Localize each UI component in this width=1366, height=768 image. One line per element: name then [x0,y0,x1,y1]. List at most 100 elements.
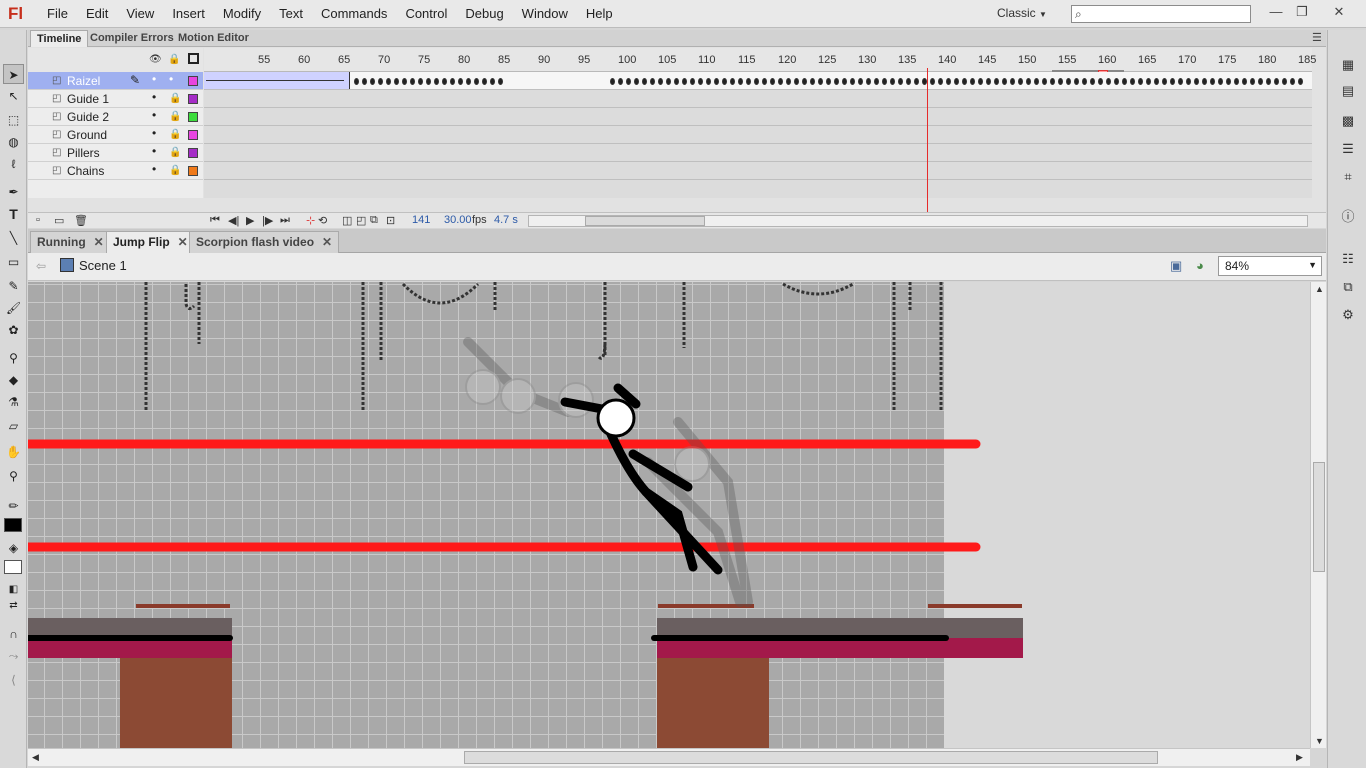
keyframe[interactable] [842,78,847,85]
lasso-icon[interactable]: ℓ [3,154,24,174]
components-icon[interactable]: ☷ [1338,250,1358,268]
menu-view[interactable]: View [117,0,163,28]
keyframe[interactable] [850,78,855,85]
frame-row-guide-1[interactable] [204,90,1312,108]
keyframe[interactable] [970,78,975,85]
tab-timeline[interactable]: Timeline [30,30,89,47]
doc-tab-scorpion-flash-video[interactable]: Scorpion flash video ✕ [189,231,340,253]
keyframe[interactable] [498,78,503,85]
scrollbar-thumb[interactable] [464,751,1158,764]
keyframe[interactable] [1266,78,1271,85]
visibility-dot[interactable]: • [152,162,156,176]
keyframe[interactable] [1210,78,1215,85]
transform-icon[interactable]: ⌗ [1338,168,1358,186]
scroll-up-icon[interactable]: ▲ [1315,284,1324,294]
keyframe[interactable] [914,78,919,85]
lock-icon[interactable]: 🔒 [169,129,181,140]
keyframe[interactable] [642,78,647,85]
keyframe[interactable] [418,78,423,85]
modify-markers-icon[interactable]: ⊡ [386,214,395,227]
keyframe[interactable] [1170,78,1175,85]
keyframe[interactable] [1162,78,1167,85]
keyframe[interactable] [1098,78,1103,85]
eraser-icon[interactable]: ▱ [3,416,24,436]
selection-icon[interactable]: ➤ [3,64,24,84]
deco-icon[interactable]: ✿ [3,320,24,340]
library-icon[interactable]: ▤ [1338,82,1358,100]
info-icon[interactable]: ⓘ [1338,208,1358,226]
keyframe[interactable] [1282,78,1287,85]
last-frame-icon[interactable]: ⏭ [280,214,290,227]
keyframe[interactable] [1074,78,1079,85]
layer-row-pillers[interactable]: ◰ Pillers • 🔒 [28,144,203,162]
edit-scene-icon[interactable]: ▣ [1170,258,1182,274]
stage[interactable] [28,282,1310,748]
keyframe[interactable] [1194,78,1199,85]
snap-magnet-icon[interactable]: ∩ [3,624,24,644]
close-button[interactable]: ✕ [1325,2,1353,22]
trash-icon[interactable]: 🗑 [74,214,88,227]
keyframe[interactable] [1146,78,1151,85]
keyframe[interactable] [1002,78,1007,85]
keyframe[interactable] [754,78,759,85]
stroke-color-icon[interactable]: ✏ [3,496,24,516]
keyframe[interactable] [674,78,679,85]
keyframe[interactable] [354,78,359,85]
keyframe[interactable] [1186,78,1191,85]
keyframe[interactable] [626,78,631,85]
menu-commands[interactable]: Commands [312,0,396,28]
keyframe[interactable] [610,78,615,85]
keyframe[interactable] [658,78,663,85]
scene-label[interactable]: Scene 1 [79,258,127,273]
frames-area[interactable]: 55 60 65 70 75 80 85 90 95 100 105 110 115 120 125 130 1… [204,48,1316,198]
color-icon[interactable]: ▩ [1338,112,1358,130]
keyframe[interactable] [714,78,719,85]
keyframe[interactable] [1202,78,1207,85]
keyframe[interactable] [706,78,711,85]
properties-icon[interactable]: ▦ [1338,56,1358,74]
minimize-button[interactable]: — [1262,2,1290,22]
pencil-icon[interactable]: ✎ [3,276,24,296]
first-frame-icon[interactable]: ⏮ [210,214,220,227]
keyframe[interactable] [618,78,623,85]
doc-tab-running[interactable]: Running ✕ [30,231,111,253]
keyframe[interactable] [1106,78,1111,85]
close-icon[interactable]: ✕ [94,235,104,249]
keyframe[interactable] [1298,78,1303,85]
frame-row-pillers[interactable] [204,144,1312,162]
layer-color-swatch[interactable] [188,112,198,122]
visibility-dot[interactable]: • [152,144,156,158]
keyframe[interactable] [1066,78,1071,85]
keyframe[interactable] [1042,78,1047,85]
menu-debug[interactable]: Debug [456,0,512,28]
keyframe[interactable] [1114,78,1119,85]
close-icon[interactable]: ✕ [178,235,188,249]
text-icon[interactable]: T [3,204,24,224]
keyframe[interactable] [698,78,703,85]
subselection-icon[interactable]: ↖ [3,86,24,106]
keyframe[interactable] [1274,78,1279,85]
back-arrow-icon[interactable]: ⇦ [36,259,46,273]
keyframe[interactable] [1154,78,1159,85]
lock-icon[interactable]: 🔒 [168,54,180,65]
timeline-horizontal-scrollbar[interactable] [528,215,1308,227]
lock-icon[interactable]: 🔒 [169,165,181,176]
keyframe[interactable] [770,78,775,85]
keyframe[interactable] [786,78,791,85]
eye-icon[interactable]: 👁 [149,54,162,65]
outline-icon[interactable] [188,53,199,64]
bone-icon[interactable]: ⚲ [3,348,24,368]
scroll-down-icon[interactable]: ▼ [1315,736,1324,746]
keyframe[interactable] [402,78,407,85]
keyframe[interactable] [738,78,743,85]
keyframe[interactable] [450,78,455,85]
keyframe[interactable] [730,78,735,85]
layer-row-guide-2[interactable]: ◰ Guide 2 • 🔒 [28,108,203,126]
keyframe[interactable] [378,78,383,85]
keyframe[interactable] [898,78,903,85]
keyframe[interactable] [794,78,799,85]
keyframe[interactable] [690,78,695,85]
keyframe[interactable] [1130,78,1135,85]
keyframe[interactable] [906,78,911,85]
keyframe[interactable] [826,78,831,85]
